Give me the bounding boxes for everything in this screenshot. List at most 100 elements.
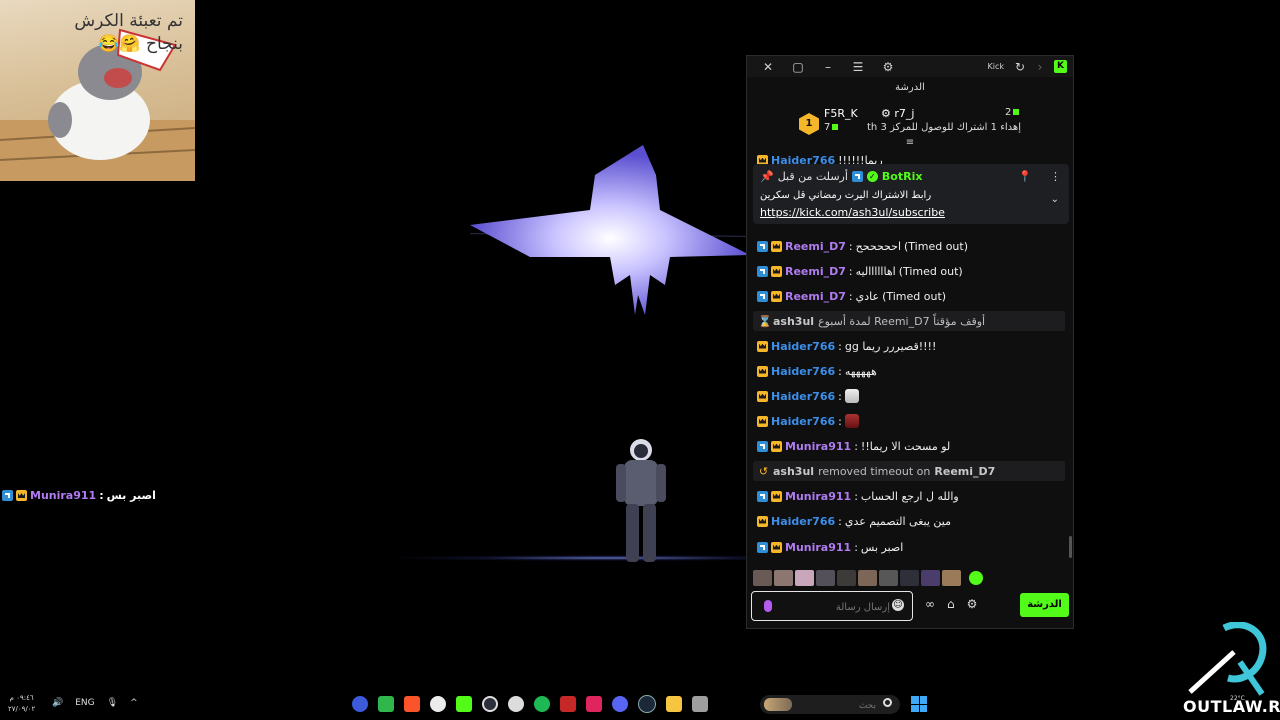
message-input[interactable] [778, 596, 892, 618]
message-username[interactable]: Haider766 [771, 515, 835, 528]
microphone-icon[interactable] [764, 600, 772, 612]
message-username[interactable]: Munira911 [785, 440, 851, 453]
message-separator: : [848, 289, 853, 303]
adobe-icon[interactable] [586, 696, 602, 712]
menu-icon[interactable]: ☰ [843, 60, 873, 74]
maximize-icon[interactable]: ▢ [783, 60, 813, 74]
meme-caption-line2: بنجاح 🤗😂 [98, 34, 183, 54]
emote-icon[interactable] [753, 570, 772, 586]
speedometer-icon[interactable] [482, 696, 498, 712]
pinned-actions: 📍 ⋮ [1018, 170, 1061, 183]
emote-icon[interactable] [816, 570, 835, 586]
discord-icon[interactable] [612, 696, 628, 712]
more-options-icon[interactable]: ⋮ [1050, 170, 1061, 183]
popout-icon[interactable]: ⚙ [873, 60, 903, 74]
crown-badge-icon [757, 340, 768, 352]
message-username[interactable]: Munira911 [785, 490, 851, 503]
emote-icon[interactable] [795, 570, 814, 586]
leader-first-name[interactable]: F5R_K [824, 107, 858, 120]
store-icon[interactable]: ⌂ [947, 597, 955, 611]
steam-icon[interactable] [638, 695, 656, 713]
steam-settings-icon[interactable] [508, 696, 524, 712]
overlay-separator: : [99, 489, 104, 502]
crown-badge-icon [771, 541, 782, 553]
app-green-icon[interactable] [378, 696, 394, 712]
emote-icon[interactable] [774, 570, 793, 586]
settings-gear-icon[interactable]: ⚙ [967, 597, 978, 611]
spotify-icon[interactable] [534, 696, 550, 712]
system-target[interactable]: Reemi_D7 [934, 465, 995, 478]
emote-icon[interactable] [879, 570, 898, 586]
send-chat-button[interactable]: الدرشة [1020, 593, 1069, 617]
system-actor[interactable]: ash3ul [773, 465, 814, 478]
minimize-icon[interactable]: – [813, 60, 843, 74]
emote-icon[interactable] [900, 570, 919, 586]
unpin-icon[interactable]: 📍 [1018, 170, 1032, 183]
search-input[interactable] [784, 697, 878, 714]
leader-second-name[interactable]: ⚙ r7_j [881, 107, 914, 120]
app-red-icon[interactable] [560, 696, 576, 712]
system-clock[interactable]: ٠٩:٤٦ م ٢٧/٠٩/٠٢ [8, 693, 35, 715]
message-username[interactable]: Reemi_D7 [785, 265, 846, 278]
app-r-icon[interactable] [352, 696, 368, 712]
pinned-link[interactable]: https://kick.com/ash3ul/subscribe [760, 206, 945, 219]
pinned-author[interactable]: BotRix [882, 170, 923, 183]
chevron-down-icon[interactable]: ⌄ [1051, 194, 1059, 205]
message-username[interactable]: Reemi_D7 [785, 240, 846, 253]
message-separator: : [838, 414, 842, 428]
timed-out-status: (Timed out) [898, 264, 963, 278]
chatgpt-icon[interactable] [430, 696, 446, 712]
timed-out-status: (Timed out) [904, 239, 968, 253]
emote-icon[interactable] [921, 570, 940, 586]
crown-badge-icon [771, 240, 782, 252]
kick-icon[interactable] [456, 696, 472, 712]
microphone-tray-icon[interactable]: 🎙 [107, 698, 118, 708]
pinned-message: 📌 أرسلت من قبل ✓ BotRix 📍 ⋮ رابط الاشترا… [753, 164, 1069, 224]
infinity-icon[interactable]: ∞ [925, 597, 935, 611]
chat-message: Haider766 : gg قصيررر ريما!!!! [757, 336, 936, 356]
message-text: اهااااااليه [855, 264, 896, 278]
crown-badge-icon [757, 390, 768, 402]
message-username[interactable]: Munira911 [785, 541, 851, 554]
start-tile [919, 704, 927, 712]
emoji-picker-icon[interactable]: ☺ [892, 599, 904, 611]
close-icon[interactable]: ✕ [753, 60, 783, 74]
emote-icon[interactable] [837, 570, 856, 586]
taskbar-apps [352, 695, 708, 713]
start-tile [919, 696, 927, 704]
refresh-icon[interactable]: ↻ [1010, 60, 1030, 74]
start-button[interactable] [911, 696, 927, 712]
verified-icon: ✓ [866, 171, 878, 182]
volume-icon[interactable]: 🔊 [52, 698, 63, 708]
chat-titlebar: ✕ ▢ – ☰ ⚙ Kick ↻ › K [747, 56, 1073, 77]
system-actor[interactable]: ash3ul [773, 315, 814, 328]
message-username[interactable]: Reemi_D7 [785, 290, 846, 303]
chat-scrollbar[interactable] [1069, 536, 1072, 558]
message-username[interactable]: Haider766 [771, 415, 835, 428]
start-tile [911, 696, 919, 704]
expand-handle-icon[interactable]: ≡ [905, 138, 915, 148]
meme-overlay: تم تعبئة الكرش بنجاح 🤗😂 [0, 0, 195, 181]
gifter-leaderboard: 1 F5R_K 7 ⚙ r7_j 2 إهداء 1 اشتراك للوصول… [747, 99, 1073, 148]
file-explorer-icon[interactable] [666, 696, 682, 712]
window-icon[interactable] [692, 696, 708, 712]
message-text: لو مسحت الا ريما!! [860, 439, 951, 453]
chevron-up-icon[interactable]: ^ [130, 698, 138, 708]
forward-icon[interactable]: › [1030, 60, 1050, 74]
message-username[interactable]: Haider766 [771, 340, 835, 353]
hourglass-icon: ⌛ [758, 314, 772, 328]
rank-one-icon: 1 [799, 113, 819, 135]
message-separator: : [854, 489, 858, 503]
message-username[interactable]: Haider766 [771, 390, 835, 403]
leader-first-count-value: 7 [824, 122, 831, 133]
crown-badge-icon [771, 290, 782, 302]
leader-second-count: 2 [1005, 107, 1020, 118]
emote-icon[interactable] [858, 570, 877, 586]
emote-icon[interactable] [942, 570, 961, 586]
language-indicator[interactable]: ENG [75, 698, 94, 708]
message-username[interactable]: Haider766 [771, 365, 835, 378]
leader-second-name-value: r7_j [894, 107, 915, 120]
brave-icon[interactable] [404, 696, 420, 712]
message-text: مين يبغى التصميم عدي [844, 514, 951, 528]
kick-emote-icon[interactable] [969, 571, 983, 585]
